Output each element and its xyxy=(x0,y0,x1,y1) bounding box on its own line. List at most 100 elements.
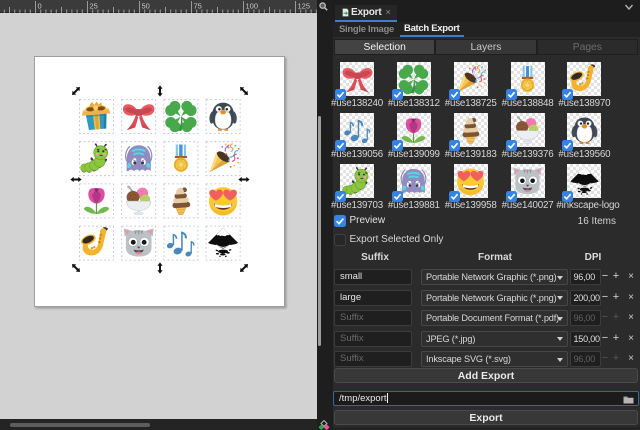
selection-scale-handle[interactable] xyxy=(70,177,81,182)
batch-item-checkbox[interactable] xyxy=(562,87,573,98)
batch-item-checkbox[interactable] xyxy=(506,87,517,98)
dpi-value[interactable]: 96,00 xyxy=(570,269,601,285)
dpi-value[interactable]: 96,00 xyxy=(570,351,601,367)
batch-item[interactable]: #use138240 xyxy=(329,62,385,109)
batch-item-checkbox[interactable] xyxy=(392,189,403,200)
format-select[interactable]: JPEG (*.jpg) xyxy=(421,331,568,347)
preview-checkbox[interactable] xyxy=(334,215,346,227)
dpi-value[interactable]: 150,00 xyxy=(570,331,601,347)
canvas-object-soft-ice-cream[interactable] xyxy=(171,187,190,215)
batch-item-thumbnail-inkscape-logo[interactable] xyxy=(567,164,601,198)
batch-item-checkbox[interactable] xyxy=(449,87,460,98)
tab-single-image[interactable]: Single Image xyxy=(335,22,398,37)
batch-item[interactable]: #use139881 xyxy=(386,164,442,211)
magnifier-icon[interactable] xyxy=(318,1,330,13)
selection-scale-handle[interactable] xyxy=(157,85,162,96)
suffix-input[interactable]: large xyxy=(334,290,412,306)
horizontal-scrollbar[interactable] xyxy=(0,419,317,430)
batch-item[interactable]: #use140027 xyxy=(500,164,556,211)
horizontal-ruler[interactable]: 0255075100125 xyxy=(0,0,317,13)
batch-item-thumbnail-caterpillar[interactable] xyxy=(340,164,374,198)
format-select[interactable]: Portable Network Graphic (*.png) xyxy=(421,290,568,306)
selection-scale-handle[interactable] xyxy=(238,262,250,274)
batch-item-thumbnail-bow[interactable] xyxy=(340,62,374,96)
add-export-button[interactable]: Add Export xyxy=(334,368,638,383)
canvas-object-octopus[interactable] xyxy=(126,145,152,171)
remove-row-button[interactable]: × xyxy=(625,269,637,285)
color-managed-icon[interactable] xyxy=(318,420,330,430)
canvas-object-clover[interactable] xyxy=(165,101,196,132)
selection-scale-handle[interactable] xyxy=(238,85,250,97)
export-button[interactable]: Export xyxy=(334,410,638,425)
batch-item-checkbox[interactable] xyxy=(392,87,403,98)
canvas-objects[interactable] xyxy=(0,13,317,419)
batch-item[interactable]: #use139376 xyxy=(500,113,556,160)
batch-item-checkbox[interactable] xyxy=(506,138,517,149)
dpi-increase-button[interactable]: + xyxy=(610,331,622,347)
canvas-object-inkscape-logo[interactable] xyxy=(208,228,238,257)
canvas-object-penguin[interactable] xyxy=(209,103,236,131)
batch-item-checkbox[interactable] xyxy=(562,189,573,200)
dpi-value[interactable]: 96,00 xyxy=(570,310,601,326)
selection-scale-handle[interactable] xyxy=(238,177,249,182)
format-select[interactable]: Portable Document Format (*.pdf) xyxy=(421,310,568,326)
canvas-object-saxophone[interactable] xyxy=(79,227,108,255)
batch-item-thumbnail-soft-ice-cream[interactable] xyxy=(454,113,488,147)
canvas-object-musical-notes[interactable] xyxy=(166,231,194,257)
selection-scale-handle[interactable] xyxy=(70,85,82,97)
batch-item-checkbox[interactable] xyxy=(506,189,517,200)
canvas-object-bow[interactable] xyxy=(123,104,155,130)
format-select[interactable]: Portable Network Graphic (*.png) xyxy=(421,269,568,285)
canvas-object-cat-face[interactable] xyxy=(124,228,154,256)
batch-item-thumbnail-ice-cream-sundae[interactable] xyxy=(511,113,545,147)
remove-row-button[interactable]: × xyxy=(625,310,637,326)
horizontal-scrollbar-thumb[interactable] xyxy=(10,423,150,427)
panel-menu-chevron-icon[interactable] xyxy=(623,1,635,13)
canvas-object-ice-cream-sundae[interactable] xyxy=(126,185,151,215)
canvas-object-caterpillar[interactable] xyxy=(81,143,108,172)
remove-row-button[interactable]: × xyxy=(625,331,637,347)
canvas-object-party-popper[interactable] xyxy=(210,143,240,172)
batch-item[interactable]: #use138725 xyxy=(443,62,499,109)
export-path-input[interactable]: /tmp/export xyxy=(333,391,639,406)
batch-item[interactable]: #use139703 xyxy=(329,164,385,211)
vertical-scrollbar-thumb[interactable] xyxy=(318,116,321,346)
batch-item-thumbnail-musical-notes[interactable] xyxy=(340,113,374,147)
export-dialog-tab[interactable]: Export × xyxy=(335,5,397,22)
batch-item[interactable]: #use138312 xyxy=(386,62,442,109)
batch-item[interactable]: #use139056 xyxy=(329,113,385,160)
folder-icon[interactable] xyxy=(623,395,634,404)
batch-item[interactable]: #use138970 xyxy=(556,62,612,109)
batch-item-thumbnail-octopus[interactable] xyxy=(397,164,431,198)
canvas-object-heart-eyes[interactable] xyxy=(209,187,237,215)
batch-item[interactable]: #use139099 xyxy=(386,113,442,160)
batch-item[interactable]: #use138848 xyxy=(500,62,556,109)
segment-layers[interactable]: Layers xyxy=(435,39,536,55)
dpi-increase-button[interactable]: + xyxy=(610,290,622,306)
batch-item-checkbox[interactable] xyxy=(449,189,460,200)
batch-item[interactable]: #use139958 xyxy=(443,164,499,211)
batch-item[interactable]: #use139560 xyxy=(556,113,612,160)
batch-item-checkbox[interactable] xyxy=(335,138,346,149)
remove-row-button[interactable]: × xyxy=(625,290,637,306)
batch-item-thumbnail-penguin[interactable] xyxy=(567,113,601,147)
canvas-object-medal[interactable] xyxy=(174,145,188,172)
batch-item-thumbnail-cat-face[interactable] xyxy=(511,164,545,198)
vertical-scrollbar[interactable] xyxy=(317,13,323,419)
batch-item-thumbnail-clover[interactable] xyxy=(397,62,431,96)
batch-item-checkbox[interactable] xyxy=(449,138,460,149)
batch-item-checkbox[interactable] xyxy=(562,138,573,149)
suffix-input[interactable]: Suffix xyxy=(334,310,412,326)
dpi-increase-button[interactable]: + xyxy=(610,269,622,285)
batch-item-checkbox[interactable] xyxy=(335,87,346,98)
batch-item-thumbnail-party-popper[interactable] xyxy=(454,62,488,96)
batch-item[interactable]: #use139183 xyxy=(443,113,499,160)
suffix-input[interactable]: small xyxy=(334,269,412,285)
batch-item-thumbnail-saxophone[interactable] xyxy=(567,62,601,96)
suffix-input[interactable]: Suffix xyxy=(334,331,412,347)
batch-item-thumbnail-tulip[interactable] xyxy=(397,113,431,147)
canvas-object-gift[interactable] xyxy=(81,100,112,130)
dpi-value[interactable]: 200,00 xyxy=(570,290,601,306)
batch-item-checkbox[interactable] xyxy=(335,189,346,200)
batch-item[interactable]: #inkscape-logo xyxy=(556,164,612,211)
